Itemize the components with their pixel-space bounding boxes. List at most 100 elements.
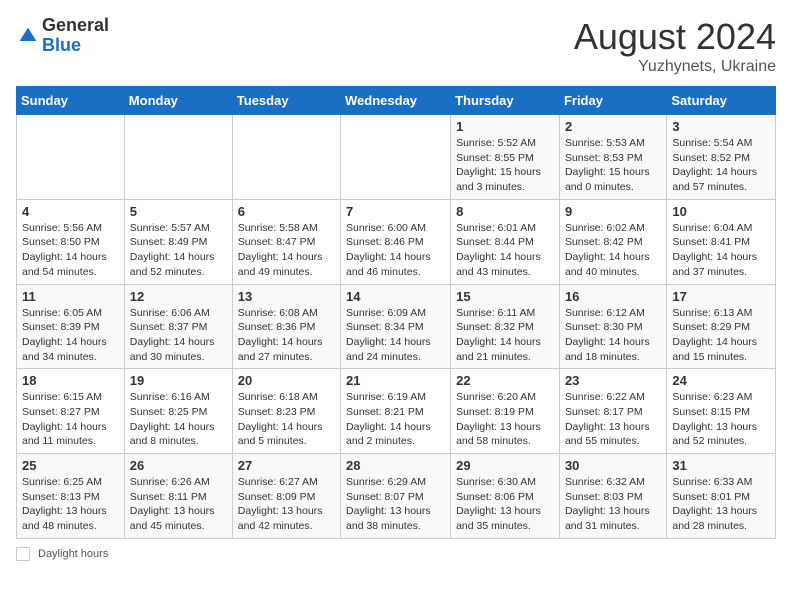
calendar-cell: 5Sunrise: 5:57 AMSunset: 8:49 PMDaylight… <box>124 199 232 284</box>
day-number: 16 <box>565 289 661 304</box>
header-friday: Friday <box>559 87 666 115</box>
calendar-cell: 21 Sunrise: 6:19 AMSunset: 8:21 PMDayligh… <box>341 369 451 454</box>
calendar-cell: 31 Sunrise: 6:33 AMSunset: 8:01 PMDayligh… <box>667 454 776 539</box>
day-number: 21 <box>346 373 445 388</box>
day-number: 19 <box>130 373 227 388</box>
day-number: 3 <box>672 119 770 134</box>
day-number: 18 <box>22 373 119 388</box>
page-header: General Blue August 2024 Yuzhynets, Ukra… <box>16 16 776 76</box>
logo-general-text: General <box>42 16 109 36</box>
day-info: Sunrise: 6:19 AMSunset: 8:21 PMDaylight:… <box>346 390 445 449</box>
day-info: Sunrise: 6:02 AMSunset: 8:42 PMDaylight:… <box>565 221 661 280</box>
day-number: 15 <box>456 289 554 304</box>
day-info: Sunrise: 6:29 AMSunset: 8:07 PMDaylight:… <box>346 475 445 534</box>
header-row: Sunday Monday Tuesday Wednesday Thursday… <box>17 87 776 115</box>
calendar-cell <box>341 115 451 200</box>
footer: Daylight hours <box>16 547 776 561</box>
header-thursday: Thursday <box>451 87 560 115</box>
day-info: Sunrise: 6:13 AMSunset: 8:29 PMDaylight:… <box>672 306 770 365</box>
day-info: Sunrise: 5:57 AMSunset: 8:49 PMDaylight:… <box>130 221 227 280</box>
calendar-cell <box>124 115 232 200</box>
calendar-week-1: 1Sunrise: 5:52 AMSunset: 8:55 PMDaylight… <box>17 115 776 200</box>
calendar-week-3: 11Sunrise: 6:05 AMSunset: 8:39 PMDayligh… <box>17 284 776 369</box>
header-wednesday: Wednesday <box>341 87 451 115</box>
calendar-week-5: 25Sunrise: 6:25 AMSunset: 8:13 PMDayligh… <box>17 454 776 539</box>
day-info: Sunrise: 6:00 AMSunset: 8:46 PMDaylight:… <box>346 221 445 280</box>
day-info: Sunrise: 6:27 AMSunset: 8:09 PMDaylight:… <box>238 475 335 534</box>
day-number: 20 <box>238 373 335 388</box>
calendar-cell: 15 Sunrise: 6:11 AMSunset: 8:32 PMDayligh… <box>451 284 560 369</box>
calendar-cell: 27 Sunrise: 6:27 AMSunset: 8:09 PMDayligh… <box>232 454 340 539</box>
day-info: Sunrise: 6:30 AMSunset: 8:06 PMDaylight:… <box>456 475 554 534</box>
logo-icon <box>18 26 38 46</box>
calendar-body: 1Sunrise: 5:52 AMSunset: 8:55 PMDaylight… <box>17 115 776 539</box>
day-number: 10 <box>672 204 770 219</box>
day-info: Sunrise: 5:58 AMSunset: 8:47 PMDaylight:… <box>238 221 335 280</box>
day-number: 24 <box>672 373 770 388</box>
day-info: Sunrise: 6:26 AMSunset: 8:11 PMDaylight:… <box>130 475 227 534</box>
calendar-cell: 23 Sunrise: 6:22 AMSunset: 8:17 PMDayligh… <box>559 369 666 454</box>
day-info: Sunrise: 6:25 AMSunset: 8:13 PMDaylight:… <box>22 475 119 534</box>
day-number: 4 <box>22 204 119 219</box>
calendar-cell: 11Sunrise: 6:05 AMSunset: 8:39 PMDayligh… <box>17 284 125 369</box>
day-info: Sunrise: 6:22 AMSunset: 8:17 PMDaylight:… <box>565 390 661 449</box>
header-saturday: Saturday <box>667 87 776 115</box>
calendar-cell: 9Sunrise: 6:02 AMSunset: 8:42 PMDaylight… <box>559 199 666 284</box>
day-info: Sunrise: 6:33 AMSunset: 8:01 PMDaylight:… <box>672 475 770 534</box>
calendar-cell: 19 Sunrise: 6:16 AMSunset: 8:25 PMDayligh… <box>124 369 232 454</box>
calendar-cell: 8 Sunrise: 6:01 AMSunset: 8:44 PMDaylight… <box>451 199 560 284</box>
day-info: Sunrise: 6:11 AMSunset: 8:32 PMDaylight:… <box>456 306 554 365</box>
calendar-cell: 16 Sunrise: 6:12 AMSunset: 8:30 PMDayligh… <box>559 284 666 369</box>
day-number: 30 <box>565 458 661 473</box>
calendar-cell: 17 Sunrise: 6:13 AMSunset: 8:29 PMDayligh… <box>667 284 776 369</box>
day-info: Sunrise: 6:32 AMSunset: 8:03 PMDaylight:… <box>565 475 661 534</box>
day-info: Sunrise: 6:16 AMSunset: 8:25 PMDaylight:… <box>130 390 227 449</box>
day-info: Sunrise: 6:01 AMSunset: 8:44 PMDaylight:… <box>456 221 554 280</box>
day-number: 8 <box>456 204 554 219</box>
calendar-cell: 25Sunrise: 6:25 AMSunset: 8:13 PMDayligh… <box>17 454 125 539</box>
day-info: Sunrise: 6:06 AMSunset: 8:37 PMDaylight:… <box>130 306 227 365</box>
day-number: 14 <box>346 289 445 304</box>
calendar-cell: 10 Sunrise: 6:04 AMSunset: 8:41 PMDayligh… <box>667 199 776 284</box>
calendar-cell: 28 Sunrise: 6:29 AMSunset: 8:07 PMDayligh… <box>341 454 451 539</box>
calendar-cell: 1Sunrise: 5:52 AMSunset: 8:55 PMDaylight… <box>451 115 560 200</box>
calendar-cell: 12 Sunrise: 6:06 AMSunset: 8:37 PMDayligh… <box>124 284 232 369</box>
day-number: 17 <box>672 289 770 304</box>
day-info: Sunrise: 6:20 AMSunset: 8:19 PMDaylight:… <box>456 390 554 449</box>
footer-label: Daylight hours <box>38 548 108 560</box>
day-number: 2 <box>565 119 661 134</box>
day-number: 12 <box>130 289 227 304</box>
day-info: Sunrise: 6:12 AMSunset: 8:30 PMDaylight:… <box>565 306 661 365</box>
day-number: 27 <box>238 458 335 473</box>
calendar-cell: 30 Sunrise: 6:32 AMSunset: 8:03 PMDayligh… <box>559 454 666 539</box>
day-number: 23 <box>565 373 661 388</box>
header-monday: Monday <box>124 87 232 115</box>
calendar-week-4: 18 Sunrise: 6:15 AMSunset: 8:27 PMDayligh… <box>17 369 776 454</box>
calendar-table: Sunday Monday Tuesday Wednesday Thursday… <box>16 86 776 539</box>
day-number: 6 <box>238 204 335 219</box>
title-block: August 2024 Yuzhynets, Ukraine <box>574 16 776 76</box>
calendar-cell: 2 Sunrise: 5:53 AMSunset: 8:53 PMDaylight… <box>559 115 666 200</box>
day-info: Sunrise: 6:04 AMSunset: 8:41 PMDaylight:… <box>672 221 770 280</box>
day-number: 22 <box>456 373 554 388</box>
calendar-cell: 6 Sunrise: 5:58 AMSunset: 8:47 PMDaylight… <box>232 199 340 284</box>
calendar-cell: 26Sunrise: 6:26 AMSunset: 8:11 PMDayligh… <box>124 454 232 539</box>
calendar-cell: 14Sunrise: 6:09 AMSunset: 8:34 PMDayligh… <box>341 284 451 369</box>
day-info: Sunrise: 5:54 AMSunset: 8:52 PMDaylight:… <box>672 136 770 195</box>
location-title: Yuzhynets, Ukraine <box>574 58 776 76</box>
day-info: Sunrise: 6:15 AMSunset: 8:27 PMDaylight:… <box>22 390 119 449</box>
calendar-cell: 13Sunrise: 6:08 AMSunset: 8:36 PMDayligh… <box>232 284 340 369</box>
day-info: Sunrise: 5:56 AMSunset: 8:50 PMDaylight:… <box>22 221 119 280</box>
calendar-cell: 24Sunrise: 6:23 AMSunset: 8:15 PMDayligh… <box>667 369 776 454</box>
day-number: 28 <box>346 458 445 473</box>
day-number: 7 <box>346 204 445 219</box>
day-number: 13 <box>238 289 335 304</box>
calendar-cell: 4 Sunrise: 5:56 AMSunset: 8:50 PMDaylight… <box>17 199 125 284</box>
calendar-header: Sunday Monday Tuesday Wednesday Thursday… <box>17 87 776 115</box>
calendar-cell: 20Sunrise: 6:18 AMSunset: 8:23 PMDayligh… <box>232 369 340 454</box>
month-title: August 2024 <box>574 16 776 58</box>
day-number: 31 <box>672 458 770 473</box>
footer-box-icon <box>16 547 30 561</box>
day-info: Sunrise: 5:53 AMSunset: 8:53 PMDaylight:… <box>565 136 661 195</box>
logo-blue-text: Blue <box>42 36 109 56</box>
